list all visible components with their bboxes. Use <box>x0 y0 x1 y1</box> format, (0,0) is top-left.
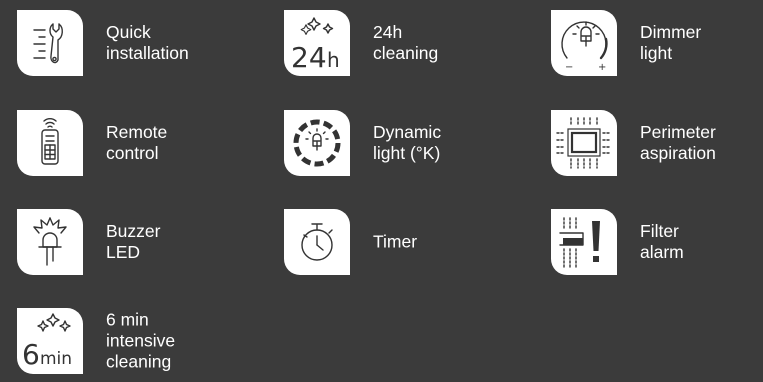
feature-buzzer-led: Buzzer LED <box>17 209 277 275</box>
feature-label-line2: light <box>640 43 673 63</box>
icon-6-number: 6 <box>22 338 40 371</box>
feature-label: 24h cleaning <box>373 22 533 64</box>
feature-label-line2: aspiration <box>640 143 716 163</box>
feature-label-line1: Perimeter <box>640 122 716 142</box>
feature-label-line1: Buzzer <box>106 221 161 241</box>
feature-24h-cleaning: 24 h 24h cleaning <box>284 10 544 76</box>
feature-label-line2: alarm <box>640 242 684 262</box>
icon-24-unit: h <box>327 48 340 72</box>
feature-label: Dynamic light (°K) <box>373 122 533 164</box>
feature-label: Dimmer light <box>640 22 763 64</box>
feature-quick-installation: Quick installation <box>17 10 277 76</box>
feature-label-line1: Quick <box>106 22 151 42</box>
feature-label-line1: Dimmer <box>640 22 702 42</box>
wrench-icon <box>17 10 83 76</box>
dynamic-light-icon <box>284 110 350 176</box>
feature-perimeter-aspiration: Perimeter aspiration <box>551 110 763 176</box>
feature-label-line1: Remote <box>106 122 168 142</box>
6min-icon: 6 min <box>17 308 83 374</box>
dimmer-plus-text: + <box>598 62 606 73</box>
feature-label: Quick installation <box>106 22 266 64</box>
feature-label: 6 min intensive cleaning <box>106 310 266 373</box>
feature-remote-control: Remote control <box>17 110 277 176</box>
buzzer-led-icon <box>17 209 83 275</box>
feature-label-line3: cleaning <box>106 351 172 372</box>
dimmer-minus-text: − <box>565 62 573 73</box>
feature-dynamic-light: Dynamic light (°K) <box>284 110 544 176</box>
feature-label-line2: installation <box>106 43 189 63</box>
icon-24-number: 24 <box>291 41 327 74</box>
feature-dimmer-light: − + Dimmer light <box>551 10 763 76</box>
24h-icon: 24 h <box>284 10 350 76</box>
perimeter-icon <box>551 110 617 176</box>
feature-label-line1: 24h <box>373 22 403 42</box>
icon-min-unit: min <box>40 349 72 369</box>
feature-label: Buzzer LED <box>106 221 266 263</box>
dimmer-icon: − + <box>551 10 617 76</box>
feature-label-line2: intensive <box>106 330 176 351</box>
feature-6min-intensive-cleaning: 6 min 6 min intensive cleaning <box>17 308 277 374</box>
feature-timer: Timer <box>284 209 544 275</box>
feature-label-line1: Filter <box>640 221 679 241</box>
feature-label: Remote control <box>106 122 266 164</box>
feature-label: Filter alarm <box>640 221 763 263</box>
filter-alarm-icon <box>551 209 617 275</box>
feature-label-line2: control <box>106 143 159 163</box>
feature-label: Timer <box>373 232 533 253</box>
feature-label: Perimeter aspiration <box>640 122 763 164</box>
remote-icon <box>17 110 83 176</box>
feature-filter-alarm: Filter alarm <box>551 209 763 275</box>
feature-label-line1: Dynamic <box>373 122 442 142</box>
feature-label-line1: 6 min <box>106 309 149 330</box>
feature-label-line2: light (°K) <box>373 143 441 163</box>
feature-label-line2: LED <box>106 242 141 262</box>
timer-icon <box>284 209 350 275</box>
feature-label-line2: cleaning <box>373 43 439 63</box>
feature-label-line1: Timer <box>373 231 418 252</box>
